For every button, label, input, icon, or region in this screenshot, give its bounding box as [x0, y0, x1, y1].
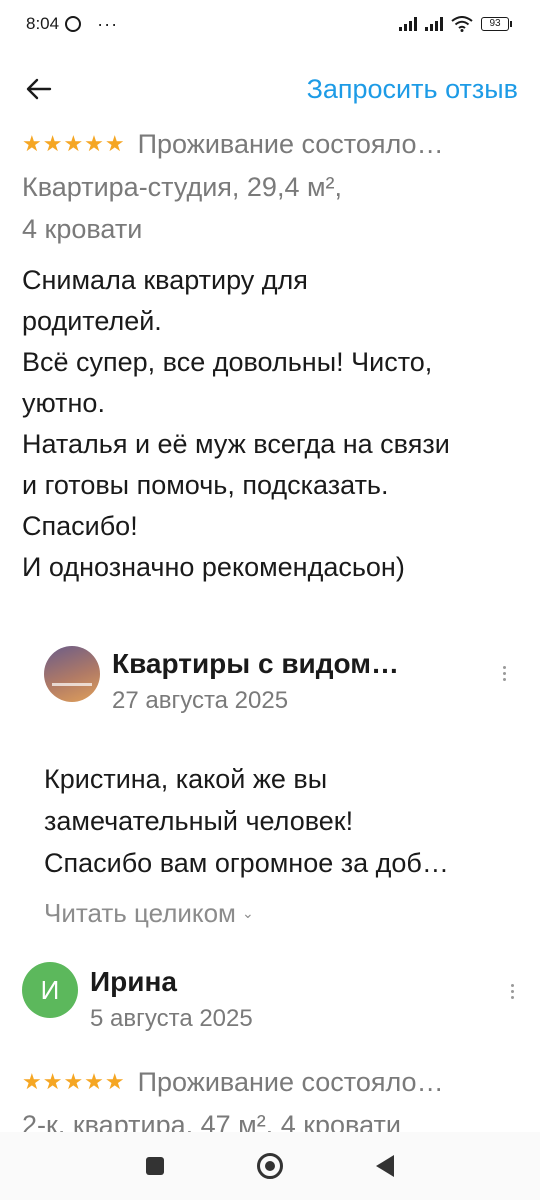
recents-button[interactable] — [146, 1157, 165, 1175]
rating-text: Проживание состояло… — [137, 128, 444, 159]
read-more-label: Читать целиком — [44, 898, 236, 928]
review2-header: И Ирина 5 августа 2025 — [22, 962, 522, 1036]
room-info: Квартира-студия, 29,4 м², 4 кровати — [22, 166, 522, 250]
status-bar: 8:04 ··· 93 — [0, 0, 540, 48]
reply-line: Спасибо вам огромное за доб… — [44, 848, 449, 878]
arrow-left-icon — [26, 78, 52, 100]
system-nav-bar — [0, 1132, 540, 1200]
more-options-icon[interactable] — [494, 666, 514, 681]
battery-level: 93 — [481, 17, 509, 31]
review-date: 5 августа 2025 — [90, 1005, 253, 1032]
back-button[interactable] — [24, 74, 54, 104]
reply-date: 27 августа 2025 — [112, 687, 289, 714]
room-info-line: 4 кровати — [22, 214, 143, 244]
reviewer-meta: Ирина 5 августа 2025 — [90, 962, 502, 1036]
status-time: 8:04 — [26, 14, 60, 33]
reply-header: Квартиры с видом… 27 августа 2025 — [44, 644, 514, 718]
review-line: Спасибо! — [22, 511, 138, 541]
review-line: И однозначно рекомендасьон) — [22, 552, 405, 582]
owner-name[interactable]: Квартиры с видом… — [112, 644, 442, 684]
review-line: и готовы помочь, подсказать. — [22, 470, 389, 500]
rating-row: ★★★★★ Проживание состояло… — [22, 122, 522, 166]
reply-text: Кристина, какой же вы замечательный чело… — [44, 758, 514, 884]
chevron-down-icon: ⌄ — [241, 905, 254, 921]
rating-text: Проживание состояло… — [137, 1066, 444, 1097]
top-bar: Запросить отзыв — [0, 60, 540, 118]
whatsapp-icon — [65, 16, 82, 32]
room-info: 2-к. квартира, 47 м², 4 кровати — [22, 1110, 401, 1134]
review-line: уютно. — [22, 388, 105, 418]
review-line: Всё супер, все довольны! Чисто, — [22, 347, 433, 377]
read-more-link[interactable]: Читать целиком ⌄ — [44, 898, 514, 929]
battery-icon: 93 — [481, 17, 512, 31]
review-line: родителей. — [22, 306, 162, 336]
system-back-button[interactable] — [375, 1155, 394, 1177]
more-options-icon[interactable] — [502, 984, 522, 999]
reviewer-avatar: И — [22, 962, 78, 1018]
request-review-link[interactable]: Запросить отзыв — [307, 74, 518, 105]
reply-line: замечательный человек! — [44, 806, 354, 836]
rating-row: ★★★★★ Проживание состояло… — [22, 1060, 522, 1104]
owner-reply: Квартиры с видом… 27 августа 2025 Кристи… — [44, 644, 514, 929]
review-text: Снимала квартиру для родителей. Всё супе… — [22, 260, 522, 588]
review-line: Снимала квартиру для — [22, 265, 308, 295]
reviewer-name: Ирина — [90, 966, 177, 997]
status-left: 8:04 ··· — [26, 14, 118, 35]
review-card-2: И Ирина 5 августа 2025 ★★★★★ Проживание … — [22, 962, 522, 1134]
reply-meta: Квартиры с видом… 27 августа 2025 — [112, 644, 494, 718]
signal-icon-2 — [425, 17, 443, 31]
signal-icon — [399, 17, 417, 31]
more-notifications-icon: ··· — [97, 13, 119, 34]
review-card: ★★★★★ Проживание состояло… Квартира-студ… — [22, 122, 522, 588]
status-right: 93 — [399, 16, 512, 32]
owner-avatar[interactable] — [44, 646, 100, 702]
star-rating: ★★★★★ — [22, 131, 126, 156]
wifi-icon — [451, 16, 473, 32]
home-button[interactable] — [256, 1153, 283, 1179]
reply-line: Кристина, какой же вы — [44, 764, 328, 794]
review-line: Наталья и её муж всегда на связи — [22, 429, 450, 459]
room-info-line: Квартира-студия, 29,4 м², — [22, 172, 343, 202]
star-rating: ★★★★★ — [22, 1069, 126, 1094]
